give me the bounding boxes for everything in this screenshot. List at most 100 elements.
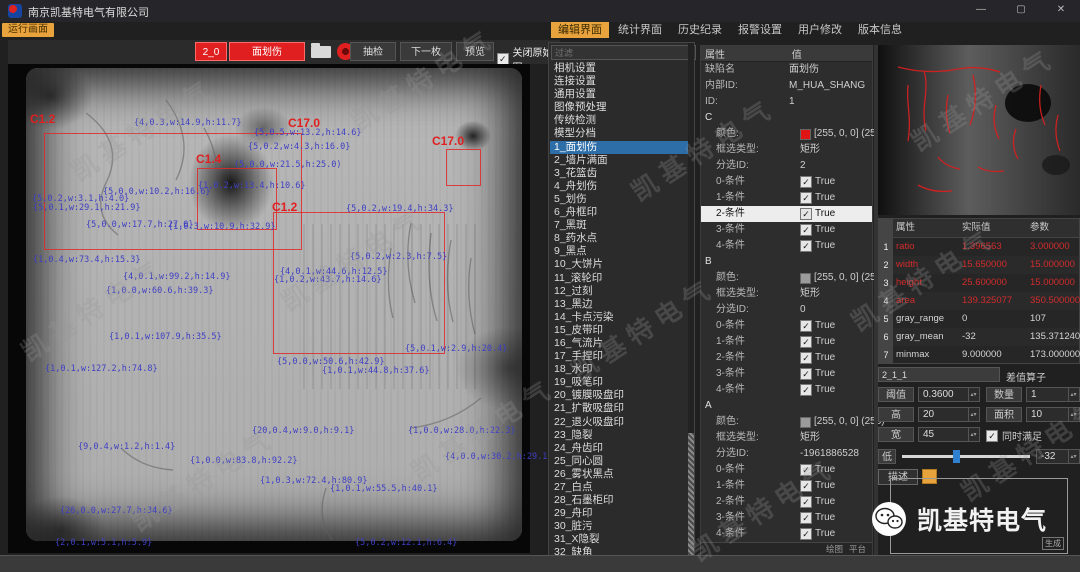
property-row[interactable]: 颜色: [255, 0, 0] (255) bbox=[701, 126, 872, 142]
check-icon[interactable] bbox=[800, 320, 812, 332]
property-row[interactable]: 内部ID: M_HUA_SHANG bbox=[701, 78, 872, 94]
defect-list-item[interactable]: 31_X隐裂 bbox=[550, 533, 689, 546]
defect-list-item[interactable]: 12_过刻 bbox=[550, 285, 689, 298]
current-defect-button[interactable]: 面划伤 bbox=[229, 42, 305, 61]
property-row[interactable]: 1-条件 True bbox=[701, 334, 872, 350]
defect-list-item[interactable]: 20_镀膜吸盘印 bbox=[550, 389, 689, 402]
property-row[interactable]: 分选ID: -1961886528 bbox=[701, 446, 872, 462]
tab[interactable]: 用户修改 bbox=[791, 22, 849, 38]
defect-list-item[interactable]: 14_卡点污染 bbox=[550, 311, 689, 324]
property-row[interactable]: 缺陷名 面划伤 bbox=[701, 62, 872, 78]
defect-list-item[interactable]: 6_舟框印 bbox=[550, 206, 689, 219]
check-icon[interactable] bbox=[800, 240, 812, 252]
property-row[interactable]: 4-条件 True bbox=[701, 238, 872, 254]
property-row[interactable]: 2-条件 True bbox=[701, 350, 872, 366]
low-slider[interactable] bbox=[902, 449, 1030, 464]
property-row[interactable]: 3-条件 True bbox=[701, 510, 872, 526]
tab[interactable]: 统计界面 bbox=[611, 22, 669, 38]
defect-list-item[interactable]: 25_同心圆 bbox=[550, 455, 689, 468]
high-spinner[interactable]: 20 bbox=[918, 407, 980, 422]
property-row[interactable]: 颜色: [255, 0, 0] (255) bbox=[701, 414, 872, 430]
defect-list-item[interactable]: 17_手捏印 bbox=[550, 350, 689, 363]
check-icon[interactable] bbox=[800, 224, 812, 236]
defect-list-item[interactable]: 16_气流片 bbox=[550, 337, 689, 350]
property-row[interactable]: 分选ID: 2 bbox=[701, 158, 872, 174]
property-row[interactable]: 0-条件 True bbox=[701, 174, 872, 190]
property-row[interactable]: 分选ID: 0 bbox=[701, 302, 872, 318]
defect-list-item[interactable]: 传统检测 bbox=[550, 114, 689, 127]
defect-list-item[interactable]: 23_隐裂 bbox=[550, 429, 689, 442]
property-row[interactable]: 颜色: [255, 0, 0] (255) bbox=[701, 270, 872, 286]
filter-input[interactable] bbox=[551, 45, 696, 60]
defect-list-item[interactable]: 7_黑斑 bbox=[550, 219, 689, 232]
maximize-button[interactable]: ▢ bbox=[1008, 2, 1034, 18]
tab[interactable]: 编辑界面 bbox=[551, 22, 609, 38]
check-icon[interactable] bbox=[800, 528, 812, 540]
defect-list-item[interactable]: 29_舟印 bbox=[550, 507, 689, 520]
list-scrollbar-thumb[interactable] bbox=[688, 433, 694, 557]
defect-list-item[interactable]: 9_黑点 bbox=[550, 245, 689, 258]
defect-list-item[interactable]: 10_大饼片 bbox=[550, 258, 689, 271]
property-row[interactable]: 框选类型: 矩形 bbox=[701, 430, 872, 446]
minimize-button[interactable]: — bbox=[968, 2, 994, 18]
property-row[interactable]: 2-条件 True bbox=[701, 206, 872, 222]
slider-track[interactable] bbox=[902, 455, 1030, 458]
property-row[interactable]: 3-条件 True bbox=[701, 222, 872, 238]
low-spinner[interactable]: -32 bbox=[1036, 449, 1080, 464]
defect-list-item[interactable]: 15_皮带印 bbox=[550, 324, 689, 337]
property-row[interactable]: 1-条件 True bbox=[701, 190, 872, 206]
preview-button[interactable]: 预览 bbox=[456, 42, 494, 61]
defect-list-item[interactable]: 19_吸笔印 bbox=[550, 376, 689, 389]
defect-list-item[interactable]: 18_水印 bbox=[550, 363, 689, 376]
property-row[interactable]: 0-条件 True bbox=[701, 462, 872, 478]
both-satisfied-checkbox[interactable]: 同时满足 bbox=[986, 428, 1042, 443]
property-row[interactable]: C bbox=[701, 110, 872, 126]
defect-list-item[interactable]: 1_面划伤 bbox=[550, 141, 689, 154]
list-scrollbar[interactable] bbox=[688, 43, 694, 557]
defect-list-item[interactable]: 连接设置 bbox=[550, 75, 689, 88]
close-button[interactable]: ✕ bbox=[1048, 2, 1074, 18]
check-icon[interactable] bbox=[800, 464, 812, 476]
defect-list-item[interactable]: 11_滚轮印 bbox=[550, 272, 689, 285]
defect-list-item[interactable]: 通用设置 bbox=[550, 88, 689, 101]
property-row[interactable]: 4-条件 True bbox=[701, 382, 872, 398]
capture-button[interactable]: 抽检 bbox=[350, 42, 396, 61]
defect-list-item[interactable]: 图像预处理 bbox=[550, 101, 689, 114]
defect-list-item[interactable]: 26_雾状黑点 bbox=[550, 468, 689, 481]
defect-list-item[interactable]: 13_黑边 bbox=[550, 298, 689, 311]
defect-list-item[interactable]: 4_舟划伤 bbox=[550, 180, 689, 193]
defect-list-item[interactable]: 28_石墨柜印 bbox=[550, 494, 689, 507]
property-row[interactable]: B bbox=[701, 254, 872, 270]
defect-list-item[interactable]: 30_脏污 bbox=[550, 520, 689, 533]
tab[interactable]: 历史纪录 bbox=[671, 22, 729, 38]
area-spinner[interactable]: 10 bbox=[1026, 407, 1080, 422]
width-spinner[interactable]: 45 bbox=[918, 427, 980, 442]
property-row[interactable]: 0-条件 True bbox=[701, 318, 872, 334]
check-icon[interactable] bbox=[800, 176, 812, 188]
defect-list-item[interactable]: 8_药水点 bbox=[550, 232, 689, 245]
check-icon[interactable] bbox=[800, 352, 812, 364]
check-icon[interactable] bbox=[800, 496, 812, 508]
count-spinner[interactable]: 1 bbox=[1026, 387, 1080, 402]
property-row[interactable]: A bbox=[701, 398, 872, 414]
tab[interactable]: 版本信息 bbox=[851, 22, 909, 38]
property-row[interactable]: 1-条件 True bbox=[701, 478, 872, 494]
sequence-button[interactable]: 2_0 bbox=[195, 42, 227, 61]
property-row[interactable]: 2-条件 True bbox=[701, 494, 872, 510]
preset-input[interactable] bbox=[878, 367, 1000, 382]
tab[interactable]: 报警设置 bbox=[731, 22, 789, 38]
property-row[interactable]: 4-条件 True bbox=[701, 526, 872, 542]
property-row[interactable]: 3-条件 True bbox=[701, 366, 872, 382]
check-icon[interactable] bbox=[800, 368, 812, 380]
threshold-spinner[interactable]: 0.3600 bbox=[918, 387, 980, 402]
defect-list-item[interactable]: 3_花篮齿 bbox=[550, 167, 689, 180]
next-button[interactable]: 下一枚 bbox=[400, 42, 452, 61]
check-icon[interactable] bbox=[800, 192, 812, 204]
property-row[interactable]: ID: 1 bbox=[701, 94, 872, 110]
check-icon[interactable] bbox=[800, 384, 812, 396]
check-icon[interactable] bbox=[800, 480, 812, 492]
defect-list-item[interactable]: 21_扩散吸盘印 bbox=[550, 402, 689, 415]
defect-list-item[interactable]: 5_划伤 bbox=[550, 193, 689, 206]
defect-list-item[interactable]: 27_白点 bbox=[550, 481, 689, 494]
check-icon[interactable] bbox=[800, 512, 812, 524]
